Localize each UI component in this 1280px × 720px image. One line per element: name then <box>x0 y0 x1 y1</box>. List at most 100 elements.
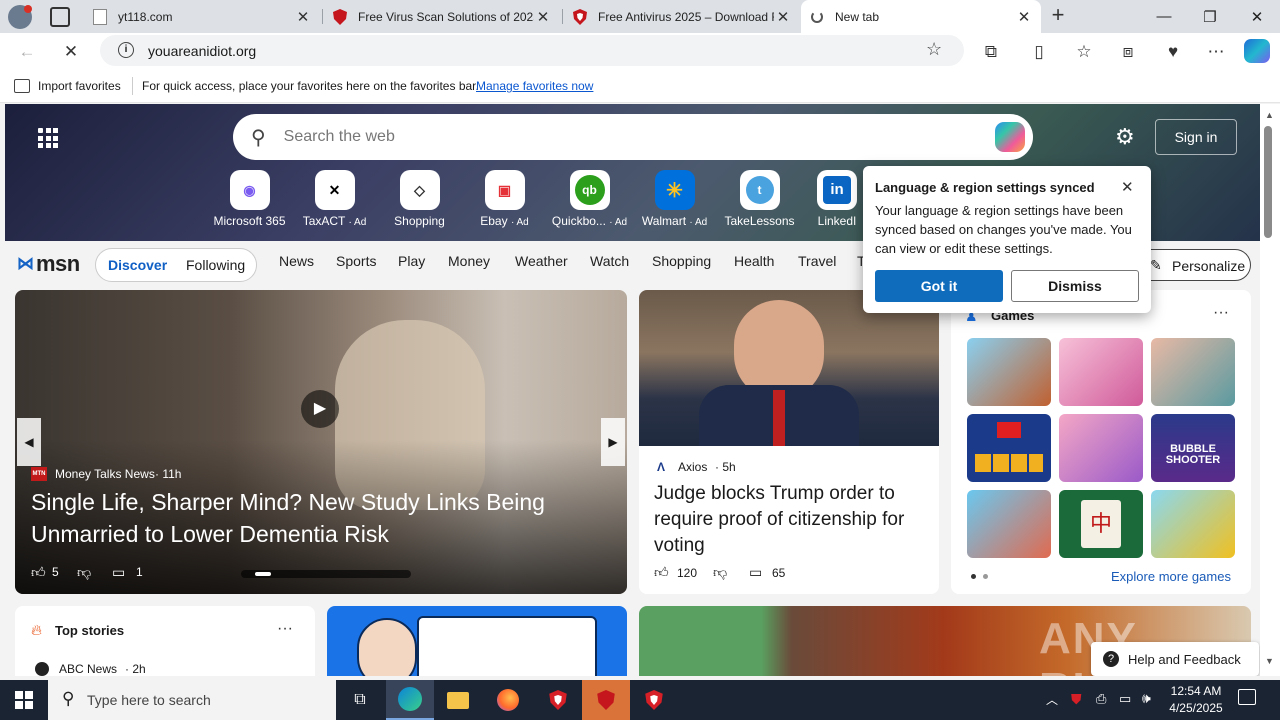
tab-new-tab[interactable]: New tab ✕ <box>801 0 1041 33</box>
like-icon[interactable]: 👍︎ <box>654 564 669 581</box>
quick-link-quickbooks[interactable]: qb Quickbo... · Ad <box>547 170 632 228</box>
copilot-icon[interactable] <box>1244 39 1270 63</box>
settings-gear-icon[interactable]: ⚙ <box>1115 124 1135 150</box>
import-favorites-button[interactable]: Import favorites <box>38 79 121 93</box>
discover-tab[interactable]: Discover <box>108 257 167 273</box>
split-screen-icon[interactable]: ▯ <box>1024 37 1054 67</box>
nav-weather[interactable]: Weather <box>515 253 568 269</box>
tray-overflow-icon[interactable]: ︿ <box>1046 691 1058 708</box>
comment-icon[interactable]: ▭ <box>112 564 125 581</box>
tray-device-icon[interactable]: ⎙ <box>1096 691 1106 707</box>
carousel-prev-button[interactable]: ◀ <box>17 418 41 466</box>
volume-icon[interactable]: 🕪︎ <box>1142 690 1151 707</box>
more-menu-icon[interactable]: ⋯ <box>1201 37 1231 67</box>
more-options-icon[interactable]: ··· <box>1213 304 1229 322</box>
game-tile[interactable] <box>1059 414 1143 482</box>
dislike-icon[interactable]: 👎︎ <box>77 564 91 581</box>
nav-travel[interactable]: Travel <box>798 253 836 269</box>
antivirus-taskbar-icon[interactable] <box>534 680 582 720</box>
game-tile[interactable] <box>967 414 1051 482</box>
nav-health[interactable]: Health <box>734 253 774 269</box>
second-story-card[interactable]: Λ Axios · 5h Judge blocks Trump order to… <box>639 290 939 594</box>
game-tile[interactable] <box>967 490 1051 558</box>
carousel-next-button[interactable]: ▶ <box>601 418 625 466</box>
tab-free-antivirus[interactable]: Free Antivirus 2025 – Download F ✕ <box>564 0 800 33</box>
nav-watch[interactable]: Watch <box>590 253 629 269</box>
quick-link-walmart[interactable]: ✳ Walmart · Ad <box>632 170 717 228</box>
nav-play[interactable]: Play <box>398 253 425 269</box>
hero-story-card[interactable]: ▶ ◀ ▶ MTN Money Talks News · 11h Single … <box>15 290 627 594</box>
more-options-icon[interactable]: ··· <box>277 620 293 638</box>
help-feedback-button[interactable]: ? Help and Feedback <box>1091 642 1259 676</box>
notifications-icon[interactable] <box>1238 689 1256 705</box>
tab-virus-scan[interactable]: Free Virus Scan Solutions of 2025 ✕ <box>324 0 560 33</box>
favorites-icon[interactable]: ☆ <box>1069 37 1099 67</box>
nav-shopping[interactable]: Shopping <box>652 253 711 269</box>
game-tile[interactable]: BUBBLE SHOOTER <box>1151 414 1235 482</box>
tray-shield-icon[interactable]: ⛊ <box>1071 691 1082 708</box>
address-bar[interactable]: i youareanidiot.org ☆ <box>100 35 964 66</box>
close-icon[interactable]: ✕ <box>1121 178 1134 196</box>
close-tab-icon[interactable]: ✕ <box>294 8 312 26</box>
page-scrollbar[interactable]: ▲ ▼ <box>1260 104 1280 676</box>
manage-favorites-link[interactable]: Manage favorites now <box>476 79 593 93</box>
close-tab-icon[interactable]: ✕ <box>774 8 792 26</box>
apps-launcher-icon[interactable] <box>38 128 58 148</box>
edge-taskbar-icon[interactable] <box>386 680 434 720</box>
close-tab-icon[interactable]: ✕ <box>534 8 552 26</box>
comment-icon[interactable]: ▭ <box>749 564 762 581</box>
game-tile[interactable] <box>1151 338 1235 406</box>
nav-sports[interactable]: Sports <box>336 253 376 269</box>
close-window-button[interactable]: ✕ <box>1234 0 1280 33</box>
browser-essentials-icon[interactable]: ♥ <box>1158 37 1188 67</box>
game-tile[interactable] <box>1059 338 1143 406</box>
tab-yt118[interactable]: yt118.com ✕ <box>84 0 320 33</box>
sign-in-button[interactable]: Sign in <box>1155 119 1237 155</box>
story-headline[interactable]: Judge blocks Trump order to require proo… <box>654 481 930 559</box>
dislike-icon[interactable]: 👎︎ <box>713 564 727 581</box>
start-button[interactable] <box>0 680 48 720</box>
copilot-search-icon[interactable] <box>995 122 1025 152</box>
profile-avatar[interactable] <box>8 5 32 29</box>
dismiss-button[interactable]: Dismiss <box>1011 270 1139 302</box>
taskbar-search-box[interactable]: ⚲ Type here to search <box>48 680 336 720</box>
web-search-box[interactable]: ⚲ Search the web <box>233 114 1033 160</box>
stop-loading-button[interactable]: ✕ <box>56 37 86 67</box>
task-view-icon[interactable]: ⧉ <box>336 680 384 720</box>
clock-time[interactable]: 12:54 AM <box>1166 684 1226 698</box>
quick-link-microsoft365[interactable]: ◉ Microsoft 365 <box>207 170 292 228</box>
info-icon[interactable]: i <box>118 42 134 58</box>
quick-link-ebay[interactable]: ▣ Ebay · Ad <box>462 170 547 228</box>
clock-date[interactable]: 4/25/2025 <box>1166 701 1226 715</box>
game-tile[interactable]: 中 <box>1059 490 1143 558</box>
hero-headline[interactable]: Single Life, Sharper Mind? New Study Lin… <box>31 486 601 550</box>
quick-link-linkedin[interactable]: in LinkedI <box>802 170 872 228</box>
got-it-button[interactable]: Got it <box>875 270 1003 302</box>
msn-logo[interactable]: ⋈ msn <box>17 251 81 277</box>
following-tab[interactable]: Following <box>186 257 245 273</box>
nav-money[interactable]: Money <box>448 253 490 269</box>
play-icon[interactable]: ▶ <box>301 390 339 428</box>
scrollbar-thumb[interactable] <box>1264 126 1272 238</box>
quick-link-taxact[interactable]: ✕ TaxACT · Ad <box>292 170 377 228</box>
antivirus-taskbar-icon[interactable] <box>630 680 678 720</box>
extensions-icon[interactable]: ⧉ <box>976 37 1006 67</box>
nav-news[interactable]: News <box>279 253 314 269</box>
game-tile[interactable] <box>1151 490 1235 558</box>
like-icon[interactable]: 👍︎ <box>31 564 46 581</box>
quick-link-takelessons[interactable]: t TakeLessons <box>717 170 802 228</box>
minimize-button[interactable]: — <box>1141 0 1187 33</box>
antivirus-taskbar-icon-active[interactable] <box>582 680 630 720</box>
illustration-card[interactable] <box>327 606 627 676</box>
back-button[interactable]: ← <box>12 37 42 67</box>
restore-button[interactable]: ❐ <box>1187 0 1233 33</box>
search-input[interactable]: Search the web <box>284 128 395 146</box>
close-tab-icon[interactable]: ✕ <box>1015 8 1033 26</box>
file-explorer-icon[interactable] <box>434 680 482 720</box>
collections-icon[interactable]: ⧈ <box>1113 37 1143 67</box>
explore-more-games-link[interactable]: Explore more games <box>1111 569 1231 584</box>
network-icon[interactable]: ▭ <box>1119 691 1131 707</box>
quick-link-shopping[interactable]: ◇ Shopping <box>377 170 462 228</box>
game-tile[interactable] <box>967 338 1051 406</box>
firefox-icon[interactable] <box>484 680 532 720</box>
